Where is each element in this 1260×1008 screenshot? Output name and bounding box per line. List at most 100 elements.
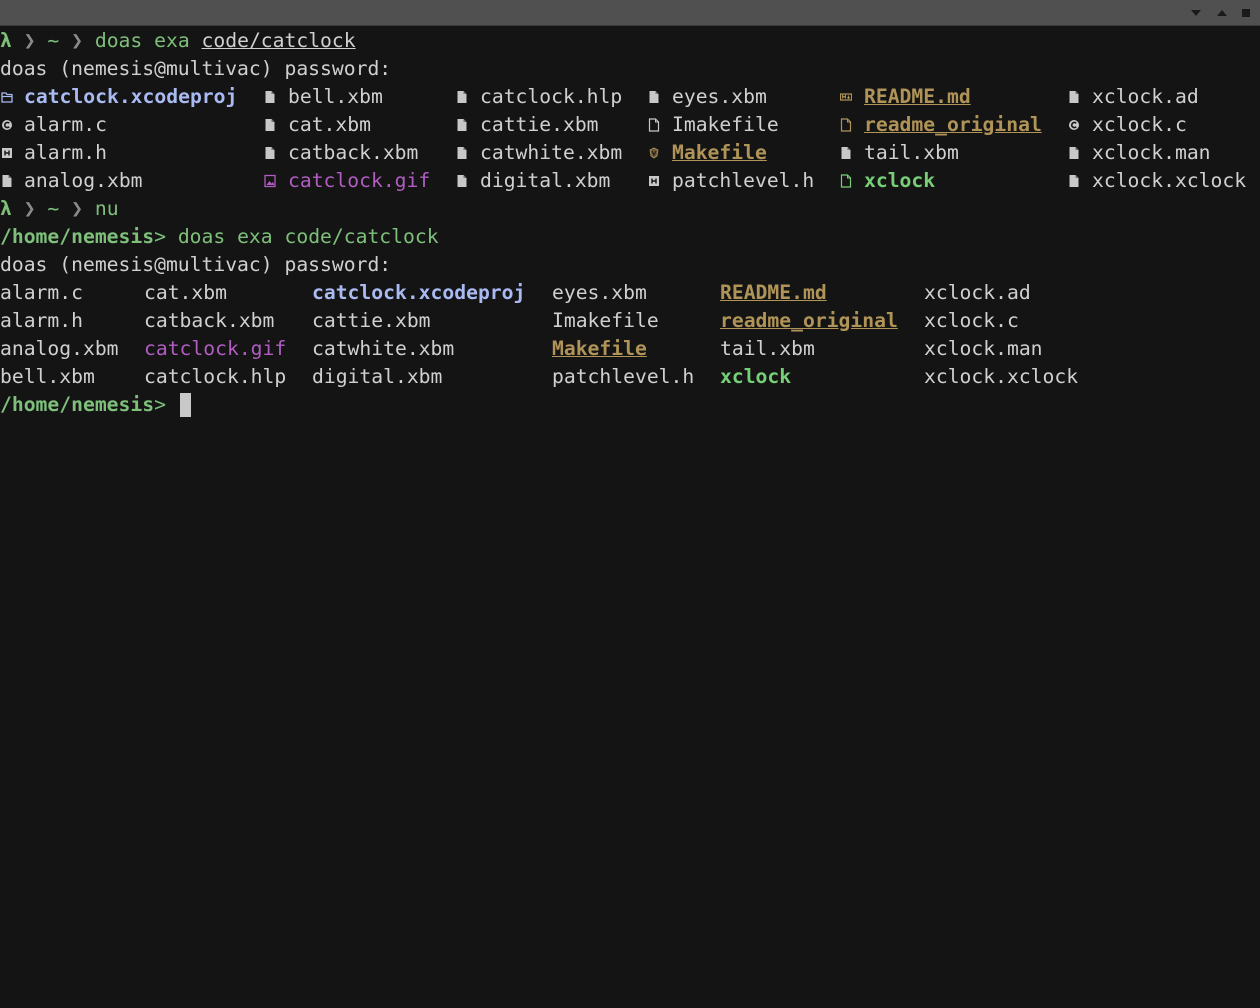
output-line: doas (nemesis@multivac) password: <box>0 251 1260 279</box>
file-entry: analog.xbm <box>24 169 143 192</box>
file-entry: xclock.ad <box>924 281 1031 304</box>
file-entry: patchlevel.h <box>552 365 695 388</box>
file-entry: cat.xbm <box>144 281 227 304</box>
file-entry: catclock.hlp <box>144 365 287 388</box>
prompt-separator: ❯ <box>59 29 95 52</box>
file-entry: readme_original <box>864 113 1042 136</box>
nu-prompt-caret: > <box>154 393 178 416</box>
prompt-cwd: ~ <box>47 197 60 220</box>
file-entry: bell.xbm <box>0 365 95 388</box>
file-icon <box>456 174 468 188</box>
file-outline-icon <box>840 118 852 132</box>
file-entry: alarm.c <box>0 281 83 304</box>
file-icon <box>264 118 276 132</box>
file-entry: tail.xbm <box>864 141 959 164</box>
prompt-separator: ❯ <box>11 197 48 220</box>
file-entry: Imakefile <box>552 309 659 332</box>
file-entry: xclock <box>864 169 936 192</box>
file-entry: eyes.xbm <box>672 85 767 108</box>
file-outline-icon <box>648 118 660 132</box>
prompt-line[interactable]: /home/nemesis> <box>0 391 1260 419</box>
markdown-icon <box>840 90 852 104</box>
file-entry: catback.xbm <box>144 309 275 332</box>
file-entry: xclock.c <box>924 309 1019 332</box>
file-entry: digital.xbm <box>312 365 443 388</box>
file-entry: xclock.xclock <box>924 365 1079 388</box>
file-entry: Makefile <box>672 141 767 164</box>
file-icon <box>840 146 852 160</box>
listing-row: catclock.xcodeproj bell.xbm catclock.hlp ey… <box>0 83 1260 111</box>
listing-row: alarm.h catback.xbm cattie.xbm Imakefile rea… <box>0 307 1260 335</box>
file-icon <box>456 146 468 160</box>
file-entry: catwhite.xbm <box>480 141 623 164</box>
file-entry: analog.xbm <box>0 337 119 360</box>
close-icon[interactable] <box>1239 6 1253 20</box>
file-entry: alarm.h <box>0 309 83 332</box>
file-entry: catback.xbm <box>288 141 419 164</box>
password-prompt: doas (nemesis@multivac) password: <box>0 57 392 80</box>
file-entry: catclock.gif <box>144 337 287 360</box>
minimize-icon[interactable] <box>1189 6 1203 20</box>
prompt-cwd: ~ <box>47 29 60 52</box>
file-entry: catclock.hlp <box>480 85 623 108</box>
file-icon <box>456 118 468 132</box>
file-icon <box>456 90 468 104</box>
file-entry: Imakefile <box>672 113 779 136</box>
folder-icon <box>1 90 13 104</box>
file-entry: xclock.man <box>924 337 1043 360</box>
prompt-lambda: λ <box>0 29 12 52</box>
nu-prompt-path: /home/nemesis <box>0 393 155 416</box>
nu-prompt-path: /home/nemesis <box>0 225 155 248</box>
file-entry: readme_original <box>720 309 898 332</box>
c-source-icon <box>1068 118 1080 132</box>
password-prompt: doas (nemesis@multivac) password: <box>0 253 392 276</box>
prompt-separator: ❯ <box>59 197 95 220</box>
listing-row: bell.xbm catclock.hlp digital.xbm patchleve… <box>0 363 1260 391</box>
exa-listing-plain: alarm.c cat.xbm catclock.xcodeproj eyes.xbm… <box>0 279 1260 391</box>
listing-row: alarm.c cat.xbm cattie.xbm Imakefile readme_… <box>0 111 1260 139</box>
file-outline-icon <box>840 174 852 188</box>
file-icon <box>1068 146 1080 160</box>
file-entry: xclock <box>720 365 792 388</box>
file-icon <box>648 90 660 104</box>
command-text: nu <box>94 197 119 220</box>
command-text: doas exa <box>94 29 202 52</box>
file-entry: alarm.h <box>24 141 107 164</box>
nu-prompt-caret: > <box>154 225 178 248</box>
c-source-icon <box>1 118 13 132</box>
file-entry: alarm.c <box>24 113 107 136</box>
file-entry: patchlevel.h <box>672 169 815 192</box>
command-text: doas exa code/catclock <box>177 225 439 248</box>
maximize-icon[interactable] <box>1215 6 1229 20</box>
prompt-line: λ ❯ ~ ❯ nu <box>0 195 1260 223</box>
file-entry: catclock.xcodeproj <box>312 281 526 304</box>
file-entry: Makefile <box>552 337 647 360</box>
file-icon <box>1068 174 1080 188</box>
file-entry: eyes.xbm <box>552 281 647 304</box>
text-cursor[interactable] <box>180 393 191 417</box>
file-entry: cattie.xbm <box>312 309 431 332</box>
file-entry: bell.xbm <box>288 85 383 108</box>
listing-row: alarm.h catback.xbm catwhite.xbm Makefile ta… <box>0 139 1260 167</box>
file-entry: xclock.c <box>1092 113 1187 136</box>
terminal-output[interactable]: λ ❯ ~ ❯ doas exa code/catclock doas (nem… <box>0 27 1260 419</box>
file-icon <box>1068 90 1080 104</box>
prompt-line: /home/nemesis> doas exa code/catclock <box>0 223 1260 251</box>
file-entry: tail.xbm <box>720 337 815 360</box>
file-entry: xclock.xclock <box>1092 169 1247 192</box>
image-file-icon <box>264 174 276 188</box>
title-bar[interactable] <box>0 0 1260 26</box>
terminal-window[interactable]: λ ❯ ~ ❯ doas exa code/catclock doas (nem… <box>0 0 1260 1008</box>
prompt-line: λ ❯ ~ ❯ doas exa code/catclock <box>0 27 1260 55</box>
listing-row: analog.xbm catclock.gif digital.xbm patchle… <box>0 167 1260 195</box>
file-entry: cattie.xbm <box>480 113 599 136</box>
makefile-icon <box>648 146 660 160</box>
file-entry: catwhite.xbm <box>312 337 455 360</box>
listing-row: alarm.c cat.xbm catclock.xcodeproj eyes.xbm… <box>0 279 1260 307</box>
prompt-separator: ❯ <box>11 29 48 52</box>
file-entry: xclock.man <box>1092 141 1211 164</box>
file-icon <box>264 146 276 160</box>
file-entry: catclock.gif <box>288 169 431 192</box>
file-entry: README.md <box>720 281 827 304</box>
file-entry: catclock.xcodeproj <box>24 85 238 108</box>
